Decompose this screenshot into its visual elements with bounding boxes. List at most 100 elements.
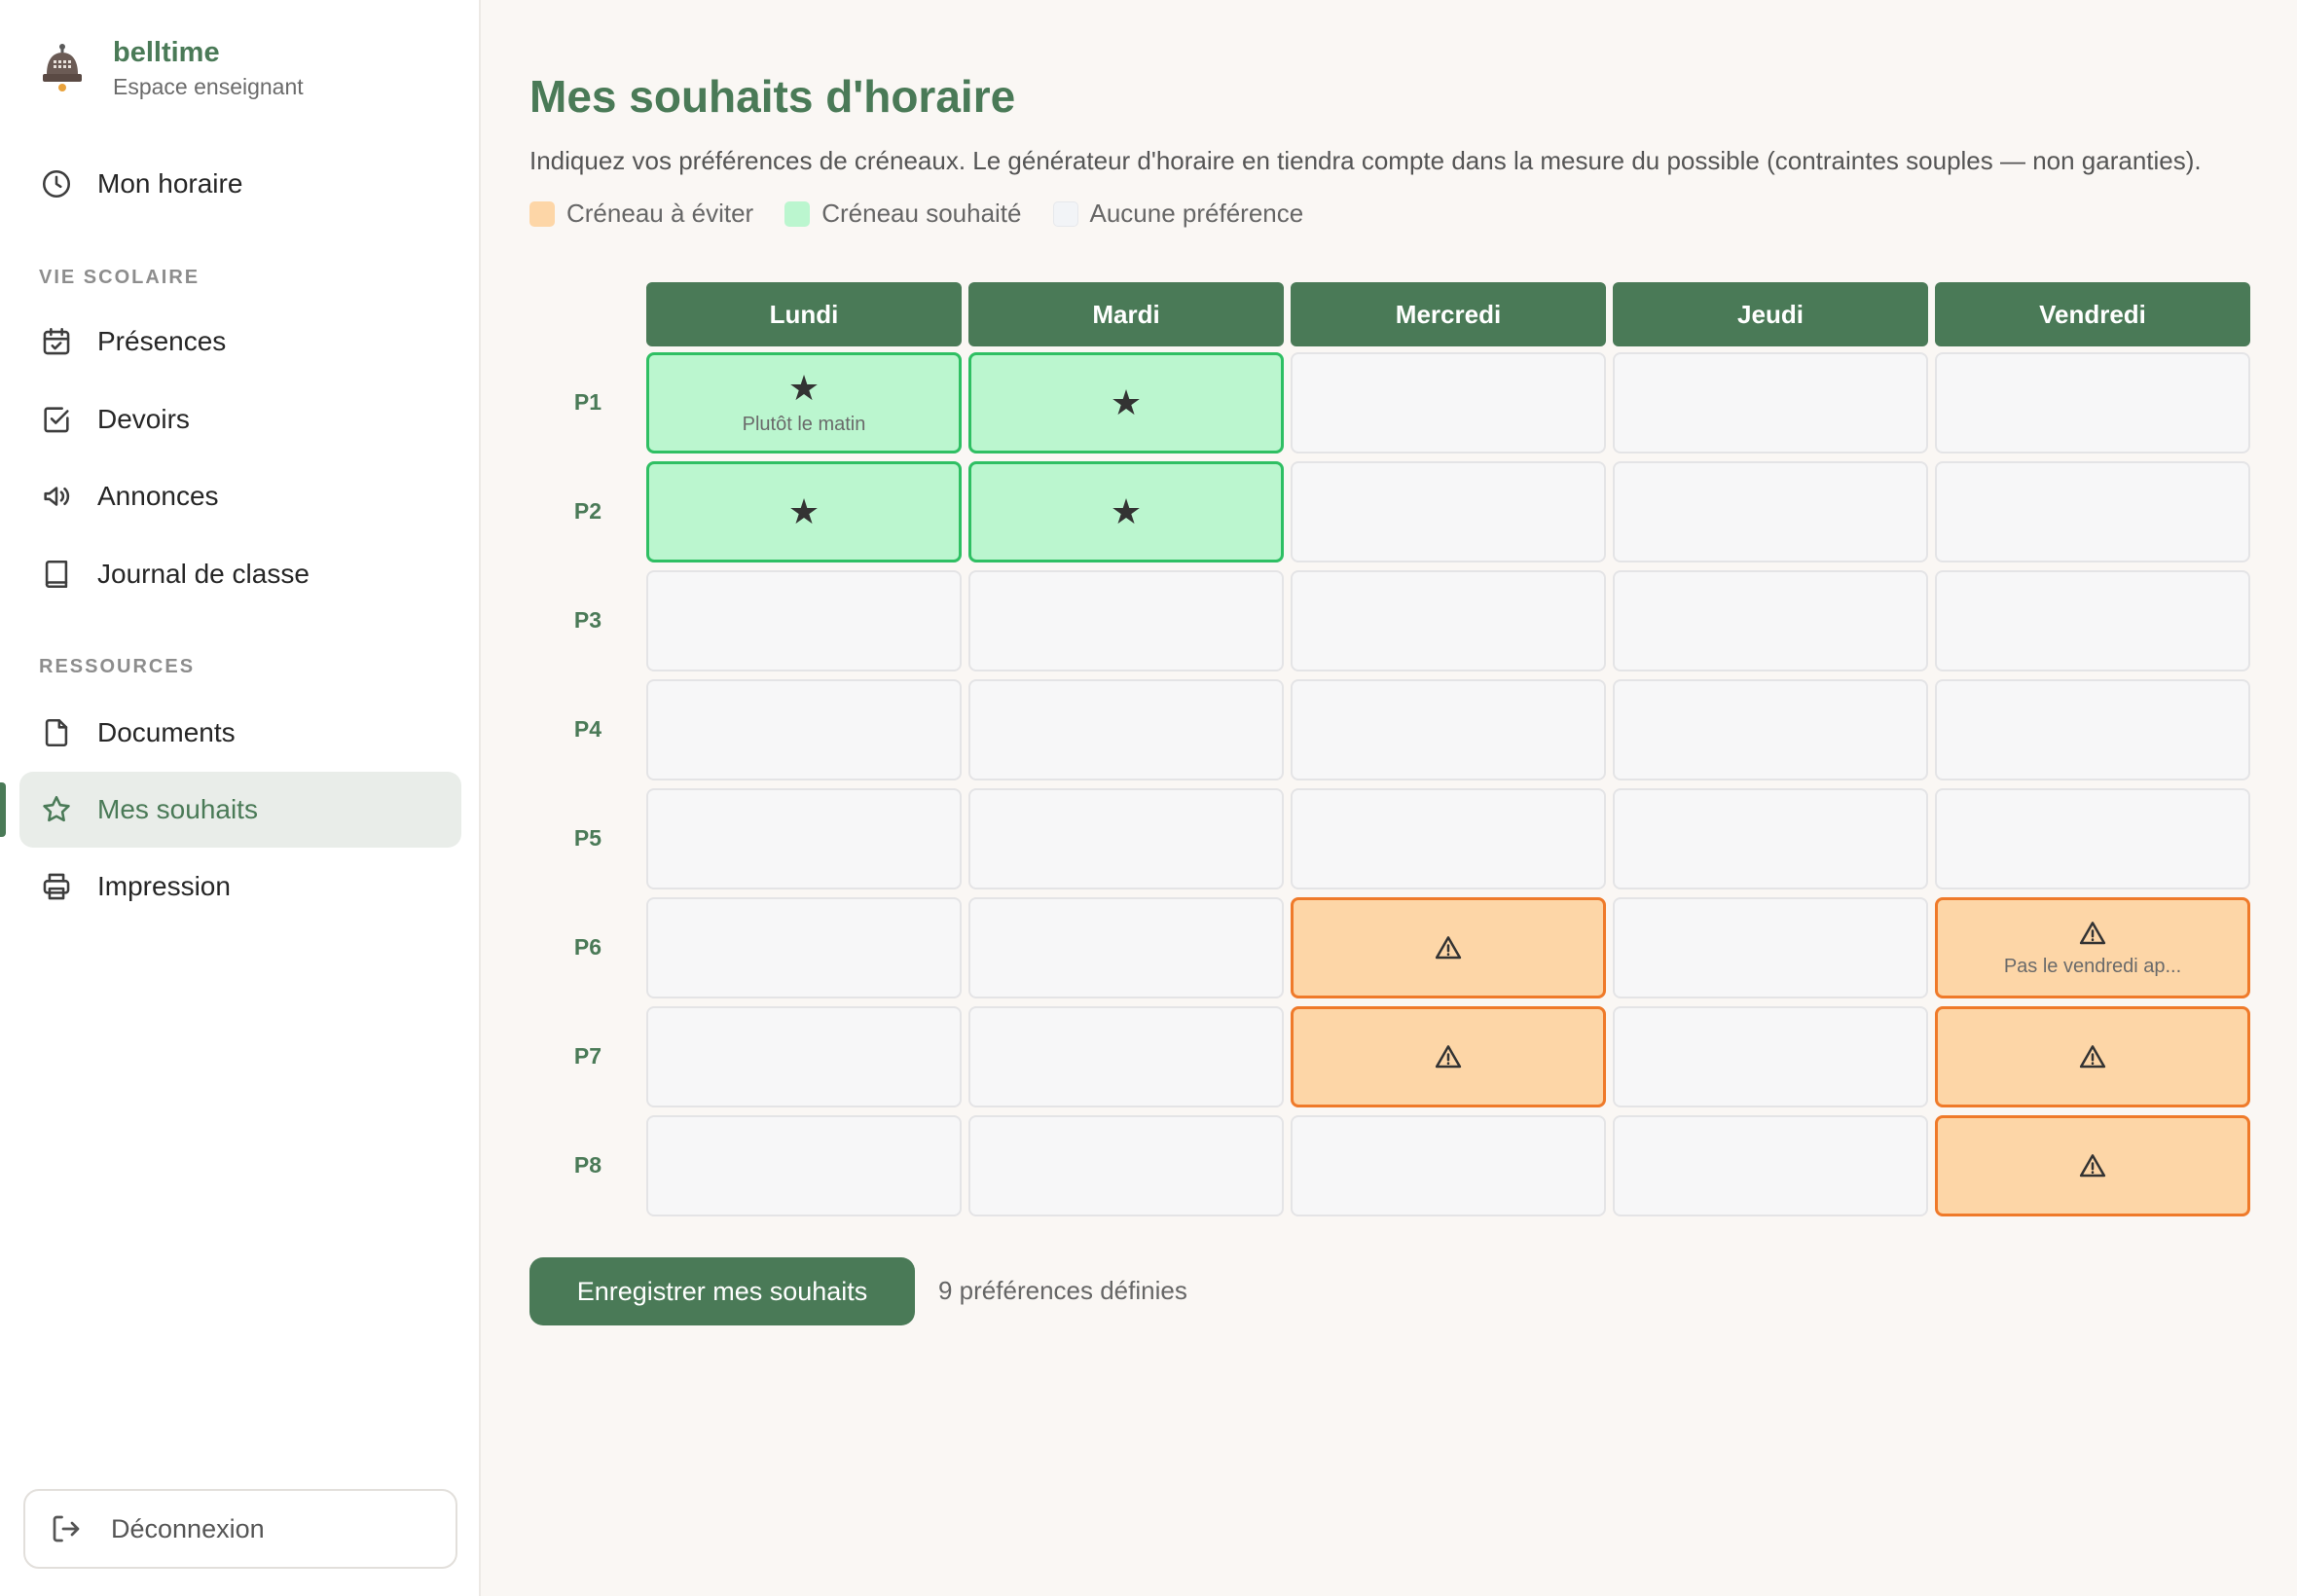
legend-swatch-avoid xyxy=(529,200,555,227)
sidebar-item-impression[interactable]: Impression xyxy=(19,849,461,925)
legend-label: Aucune préférence xyxy=(1089,199,1304,228)
slot-cell[interactable] xyxy=(1613,1115,1928,1216)
period-label: P7 xyxy=(573,1043,602,1069)
sidebar-item-journal-de-classe[interactable]: Journal de classe xyxy=(19,536,461,612)
warning-icon xyxy=(1435,1045,1462,1069)
day-header: Vendredi xyxy=(1935,282,2250,346)
sidebar-item-label: Impression xyxy=(97,871,231,901)
slot-cell[interactable] xyxy=(646,679,962,780)
sidebar-item-mes-souhaits[interactable]: Mes souhaits xyxy=(19,772,461,848)
sidebar-item-annonces[interactable]: Annonces xyxy=(19,458,461,534)
sidebar-item-label: Présences xyxy=(97,326,227,356)
slot-cell[interactable] xyxy=(646,788,962,889)
sidebar-item-label: Journal de classe xyxy=(97,559,310,589)
slot-cell[interactable] xyxy=(1613,897,1928,998)
slot-note: Plutôt le matin xyxy=(742,413,866,435)
save-preferences-button[interactable]: Enregistrer mes souhaits xyxy=(529,1257,915,1325)
logout-icon xyxy=(53,1515,80,1542)
logout-button[interactable]: Déconnexion xyxy=(23,1489,457,1569)
slot-cell[interactable]: ★ xyxy=(968,461,1284,562)
day-header: Jeudi xyxy=(1613,282,1928,346)
legend: Créneau à éviter Créneau souhaité Aucune… xyxy=(529,199,1334,229)
slot-cell[interactable]: ★ xyxy=(646,461,962,562)
slot-cell[interactable] xyxy=(968,1115,1284,1216)
slot-cell[interactable] xyxy=(968,570,1284,671)
section-title-ressources: RESSOURCES xyxy=(39,656,196,677)
slot-cell[interactable] xyxy=(646,570,962,671)
warning-icon xyxy=(2079,1045,2106,1069)
legend-swatch-none xyxy=(1052,200,1078,227)
slot-cell[interactable] xyxy=(1935,788,2250,889)
legend-label: Créneau souhaité xyxy=(821,199,1022,228)
slot-cell[interactable] xyxy=(1291,679,1606,780)
document-icon xyxy=(39,715,74,750)
sidebar-item-mon-horaire[interactable]: Mon horaire xyxy=(19,146,461,222)
period-label: P2 xyxy=(573,498,602,524)
warning-icon xyxy=(2079,921,2106,944)
period-label: P3 xyxy=(573,607,602,633)
slot-cell[interactable] xyxy=(1613,788,1928,889)
sidebar-item-label: Devoirs xyxy=(97,404,190,434)
slot-cell[interactable] xyxy=(1291,788,1606,889)
slot-cell[interactable] xyxy=(1613,1006,1928,1107)
slot-cell[interactable] xyxy=(1935,1115,2250,1216)
slot-cell[interactable] xyxy=(1613,679,1928,780)
sidebar-item-label: Mes souhaits xyxy=(97,794,258,824)
sidebar-item-label: Mon horaire xyxy=(97,168,243,199)
slot-cell[interactable] xyxy=(1613,352,1928,453)
slot-cell[interactable] xyxy=(646,1006,962,1107)
slot-cell[interactable] xyxy=(1935,1006,2250,1107)
slot-cell[interactable] xyxy=(1613,570,1928,671)
preferences-count: 9 préférences définies xyxy=(938,1276,1187,1305)
slot-cell[interactable]: ★ xyxy=(968,352,1284,453)
sidebar-item-documents[interactable]: Documents xyxy=(19,695,461,771)
checkbox-icon xyxy=(39,402,74,437)
legend-item-avoid: Créneau à éviter xyxy=(529,199,753,229)
star-icon: ★ xyxy=(1110,491,1143,531)
legend-item-none: Aucune préférence xyxy=(1052,199,1304,229)
warning-icon xyxy=(1435,936,1462,960)
period-label: P1 xyxy=(573,389,602,415)
slot-cell[interactable] xyxy=(968,897,1284,998)
slot-cell[interactable] xyxy=(646,1115,962,1216)
sidebar-item-label: Annonces xyxy=(97,481,219,511)
page-description: Indiquez vos préférences de créneaux. Le… xyxy=(529,146,2202,175)
page-title: Mes souhaits d'horaire xyxy=(529,71,1016,122)
sidebar: belltime Espace enseignant Mon horaire V… xyxy=(0,0,481,1596)
slot-cell[interactable] xyxy=(1291,352,1606,453)
bell-logo-icon xyxy=(43,43,82,91)
slot-cell[interactable] xyxy=(1613,461,1928,562)
slot-cell[interactable] xyxy=(1935,679,2250,780)
period-label: P5 xyxy=(573,825,602,851)
star-icon: ★ xyxy=(787,491,820,531)
legend-item-want: Créneau souhaité xyxy=(784,199,1022,229)
printer-icon xyxy=(39,869,74,904)
star-icon: ★ xyxy=(1110,382,1143,422)
brand-subtitle: Espace enseignant xyxy=(113,74,304,99)
slot-cell[interactable] xyxy=(1935,570,2250,671)
slot-cell[interactable] xyxy=(968,1006,1284,1107)
slot-cell[interactable] xyxy=(1935,352,2250,453)
clock-icon xyxy=(39,166,74,201)
logout-label: Déconnexion xyxy=(111,1513,265,1543)
slot-cell[interactable] xyxy=(1291,1115,1606,1216)
slot-cell[interactable] xyxy=(1291,897,1606,998)
slot-cell[interactable] xyxy=(1291,1006,1606,1107)
day-header: Lundi xyxy=(646,282,962,346)
slot-cell[interactable] xyxy=(1935,461,2250,562)
slot-cell[interactable]: Pas le vendredi ap... xyxy=(1935,897,2250,998)
sidebar-item-devoirs[interactable]: Devoirs xyxy=(19,381,461,457)
megaphone-icon xyxy=(39,479,74,514)
slot-cell[interactable] xyxy=(968,788,1284,889)
calendar-check-icon xyxy=(39,324,74,359)
star-icon xyxy=(39,792,74,827)
brand: belltime Espace enseignant xyxy=(39,35,304,100)
slot-cell[interactable]: ★ Plutôt le matin xyxy=(646,352,962,453)
slot-cell[interactable] xyxy=(1291,570,1606,671)
legend-label: Créneau à éviter xyxy=(566,199,754,228)
sidebar-item-presences[interactable]: Présences xyxy=(19,304,461,380)
slot-cell[interactable] xyxy=(968,679,1284,780)
slot-cell[interactable] xyxy=(646,897,962,998)
slot-cell[interactable] xyxy=(1291,461,1606,562)
day-header: Mardi xyxy=(968,282,1284,346)
